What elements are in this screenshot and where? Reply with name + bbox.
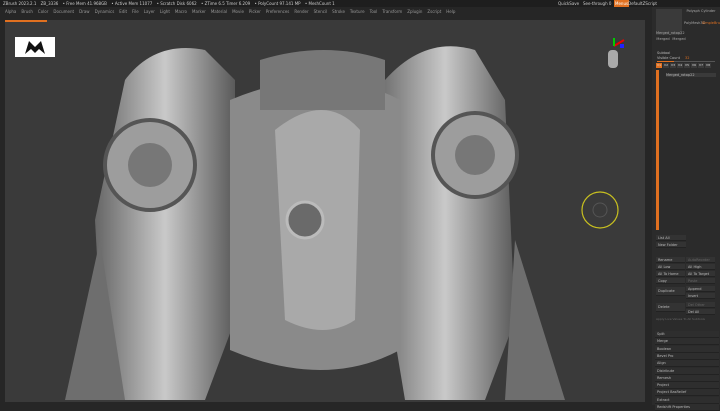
zbrush-logo (15, 37, 55, 57)
slot-v1[interactable]: V1 (656, 63, 662, 68)
viewport-canvas[interactable] (5, 20, 645, 402)
menu-render[interactable]: Render (294, 7, 308, 17)
section-bevel-pro[interactable]: Bevel Pro (655, 352, 719, 360)
section-align[interactable]: Align (655, 360, 719, 368)
meshcount: • MeshCount 1 (304, 1, 335, 6)
slot-v2[interactable]: V2 (663, 63, 669, 68)
right-tray: Merged_rotop22 Polysph Cylinder PolyMesh… (652, 7, 720, 411)
slot-v6[interactable]: V6 (691, 63, 697, 68)
all-to-target-button[interactable]: All To Target (686, 271, 715, 277)
menu-movie[interactable]: Movie (232, 7, 244, 17)
menu-macro[interactable]: Macro (175, 7, 187, 17)
paste-button[interactable]: Paste (686, 278, 715, 284)
section-project[interactable]: Project (655, 382, 719, 390)
robot-model (65, 46, 565, 400)
ztime: • ZTime 6.5 Timer 6.209 (200, 1, 251, 6)
quicksave-button[interactable]: QuickSave (558, 0, 579, 7)
auto-reorder-button[interactable]: AutoReorder (686, 257, 715, 263)
active-mem: • Active Mem 11077 (111, 1, 153, 6)
tool-thumb-polysphere[interactable]: Polysph Cylinder (684, 9, 718, 13)
slot-v3[interactable]: V3 (670, 63, 676, 68)
slot-v4[interactable]: V4 (677, 63, 683, 68)
app-name: ZBrush 2023.2.1 (3, 1, 37, 6)
menu-dynamics[interactable]: Dynamics (95, 7, 115, 17)
menu-marker[interactable]: Marker (192, 7, 206, 17)
file-id: ZB_3336 (40, 1, 59, 6)
rename-button[interactable]: Rename (656, 257, 685, 263)
title-bar: ZBrush 2023.2.1 ZB_3336 • Free Mem 41.96… (0, 0, 720, 7)
subtool-scrollbar[interactable] (656, 70, 659, 230)
delete-button[interactable]: Delete (656, 303, 685, 312)
menu-help[interactable]: Help (446, 7, 455, 17)
apply-live-values-button[interactable]: Apply Live Values To All Subtools (656, 317, 705, 321)
brush-cursor-icon (581, 191, 619, 229)
duplicate-button[interactable]: Duplicate (656, 287, 685, 296)
list-all-button[interactable]: List All (656, 235, 686, 241)
polycount: • PolyCount 97.141 MP (254, 1, 301, 6)
menu-draw[interactable]: Draw (79, 7, 89, 17)
tool-thumb-merged-2[interactable]: Merged (672, 37, 686, 41)
default-zscript-button[interactable]: DefaultZScript (628, 0, 657, 7)
menu-tool[interactable]: Tool (370, 7, 378, 17)
tool-thumb-simplebrush[interactable]: SimpleBrush (702, 21, 720, 25)
menu-texture[interactable]: Texture (350, 7, 365, 17)
menu-bar: Alpha Brush Color Document Draw Dynamics Edit F… (0, 7, 720, 20)
del-other-button[interactable]: Del Other (686, 302, 715, 308)
subtool-item[interactable]: Merged_rotop22 (666, 73, 716, 77)
tool-thumb-polymesh[interactable]: PolyMesh3D (684, 21, 705, 25)
free-mem: • Free Mem 41.968GB (62, 1, 107, 6)
menu-stencil[interactable]: Stencil (314, 7, 328, 17)
subtool-slots: V1 V2 V3 V4 V5 V6 V7 V8 (656, 63, 711, 68)
axis-gizmo[interactable] (600, 38, 628, 74)
slot-v5[interactable]: V5 (684, 63, 690, 68)
section-split[interactable]: Split (655, 331, 719, 338)
section-extract[interactable]: Extract (655, 396, 719, 404)
menu-light[interactable]: Light (160, 7, 170, 17)
menu-alpha[interactable]: Alpha (5, 7, 16, 17)
all-high-button[interactable]: All High (686, 264, 715, 270)
menu-zplugin[interactable]: Zplugin (407, 7, 422, 17)
menu-file[interactable]: File (132, 7, 139, 17)
section-remesh[interactable]: Remesh (655, 374, 719, 382)
progress-line (5, 20, 47, 22)
section-merge[interactable]: Merge (655, 338, 719, 346)
all-to-home-button[interactable]: All To Home (656, 271, 685, 277)
menu-brush[interactable]: Brush (21, 7, 33, 17)
tool-thumb-main[interactable]: Merged_rotop22 (656, 9, 685, 35)
section-boolean[interactable]: Boolean (655, 345, 719, 353)
insert-button[interactable]: Insert (686, 293, 715, 299)
menu-transform[interactable]: Transform (382, 7, 402, 17)
scratch-disk: • Scratch Disk 6062 (156, 1, 197, 6)
menu-document[interactable]: Document (53, 7, 74, 17)
menus-button[interactable]: Menus (614, 0, 630, 7)
menu-color[interactable]: Color (38, 7, 48, 17)
new-folder-button[interactable]: New Folder (656, 242, 686, 248)
section-project-basrelief[interactable]: Project BasRelief (655, 389, 719, 397)
menu-preferences[interactable]: Preferences (266, 7, 290, 17)
menu-stroke[interactable]: Stroke (332, 7, 345, 17)
menu-picker[interactable]: Picker (249, 7, 261, 17)
section-redshift-properties[interactable]: Redshift Properties (655, 404, 719, 411)
del-all-button[interactable]: Del All (686, 309, 715, 315)
subtool-title[interactable]: Subtool (657, 51, 670, 55)
copy-button[interactable]: Copy (656, 278, 685, 284)
menu-zscript[interactable]: Zscript (427, 7, 441, 17)
append-button[interactable]: Append (686, 286, 715, 292)
visible-count-label: Visible Count (657, 56, 680, 60)
visible-count-value[interactable]: 32 (685, 56, 689, 60)
menu-material[interactable]: Material (211, 7, 227, 17)
slot-v8[interactable]: V8 (705, 63, 711, 68)
menu-edit[interactable]: Edit (119, 7, 127, 17)
section-distribute[interactable]: Distribute (655, 367, 719, 375)
slot-v7[interactable]: V7 (698, 63, 704, 68)
all-low-button[interactable]: All Low (656, 264, 685, 270)
menu-layer[interactable]: Layer (144, 7, 155, 17)
tool-thumb-merged-1[interactable]: Merged (656, 37, 670, 41)
visible-count-slider[interactable] (657, 61, 715, 62)
